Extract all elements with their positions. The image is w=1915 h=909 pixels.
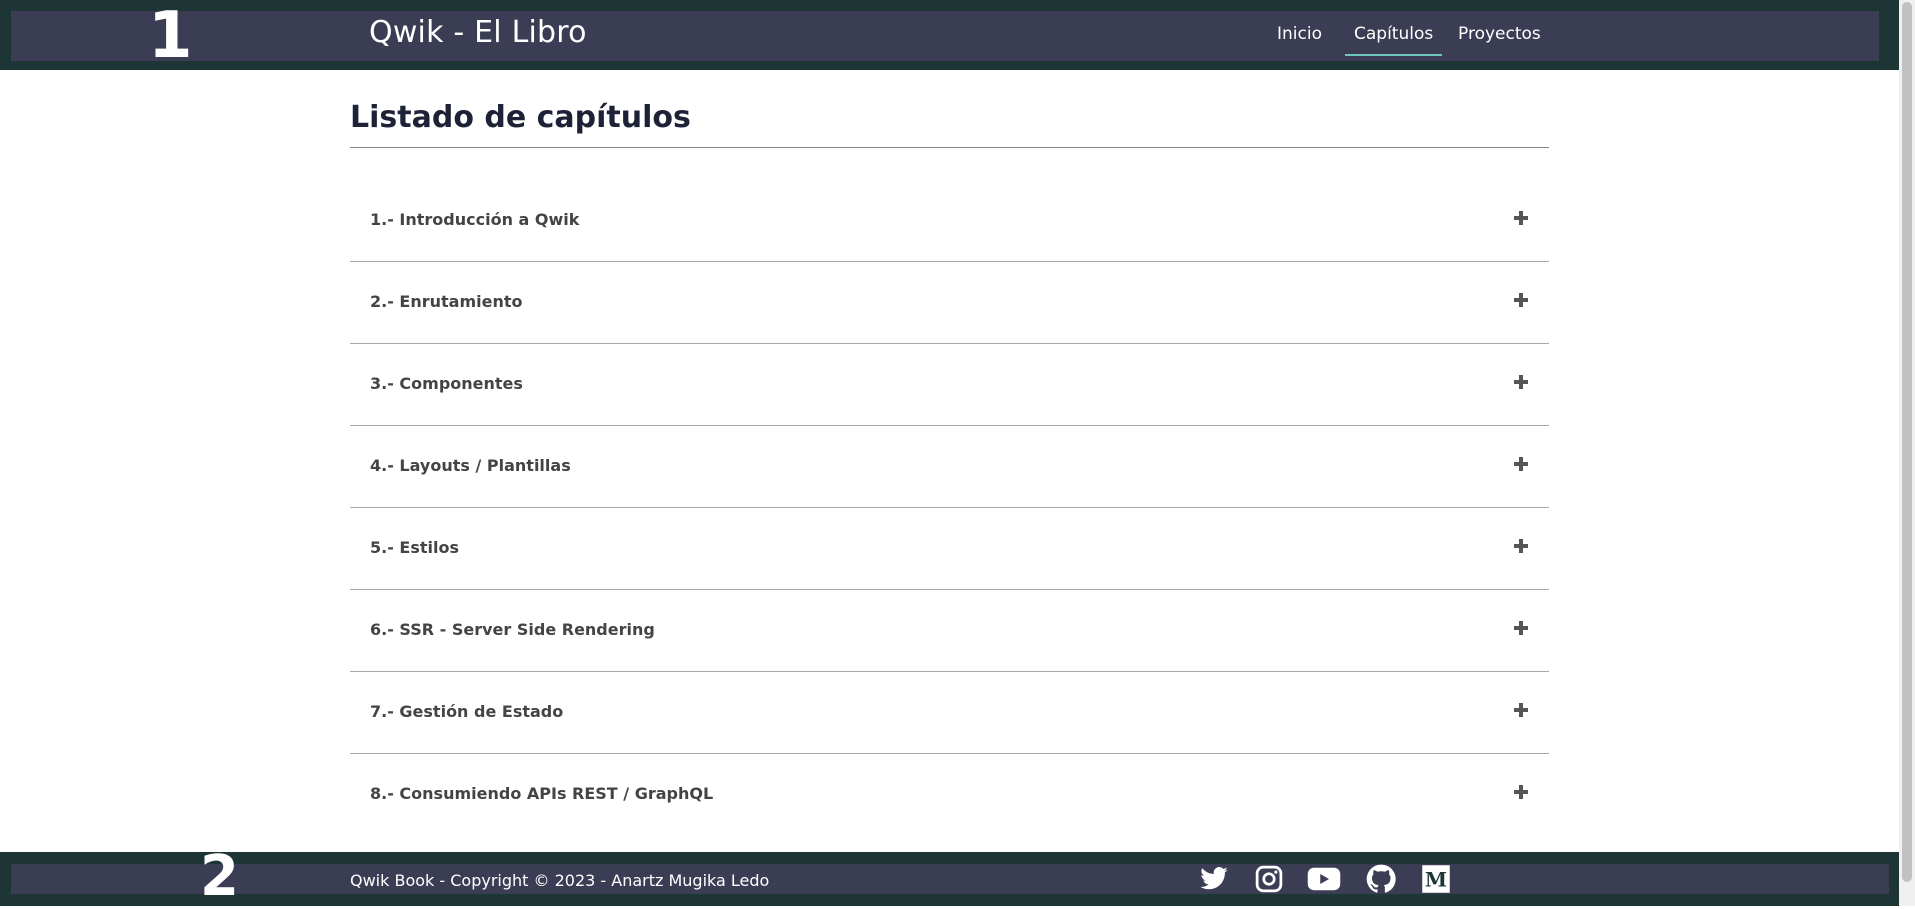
site-title[interactable]: Qwik - El Libro xyxy=(369,15,587,50)
medium-icon[interactable]: M xyxy=(1421,864,1451,894)
nav-item-capitulos[interactable]: Capítulos xyxy=(1344,24,1443,56)
title-divider xyxy=(350,147,1549,148)
plus-icon[interactable] xyxy=(1513,538,1529,554)
chapter-item[interactable]: 4.- Layouts / Plantillas xyxy=(350,426,1549,508)
plus-icon[interactable] xyxy=(1513,292,1529,308)
scrollbar-thumb[interactable] xyxy=(1902,2,1912,882)
chapter-label: 8.- Consumiendo APIs REST / GraphQL xyxy=(370,784,714,803)
plus-icon[interactable] xyxy=(1513,456,1529,472)
chapter-list: 1.- Introducción a Qwik 2.- Enrutamiento… xyxy=(350,180,1549,835)
plus-icon[interactable] xyxy=(1513,620,1529,636)
footer-bar xyxy=(11,864,1889,894)
plus-icon[interactable] xyxy=(1513,702,1529,718)
nav-item-inicio[interactable]: Inicio xyxy=(1277,24,1322,44)
chapter-label: 1.- Introducción a Qwik xyxy=(370,210,580,229)
header-bar xyxy=(11,11,1879,61)
plus-icon[interactable] xyxy=(1513,784,1529,800)
chapter-item[interactable]: 7.- Gestión de Estado xyxy=(350,672,1549,754)
github-icon[interactable] xyxy=(1365,864,1397,894)
chapter-item[interactable]: 8.- Consumiendo APIs REST / GraphQL xyxy=(350,754,1549,835)
chapter-label: 5.- Estilos xyxy=(370,538,460,557)
plus-icon[interactable] xyxy=(1513,210,1529,226)
footer-copyright: Qwik Book - Copyright © 2023 - Anartz Mu… xyxy=(350,871,770,890)
chapter-item[interactable]: 3.- Componentes xyxy=(350,344,1549,426)
annotation-number-1: 1 xyxy=(148,0,193,73)
page-title: Listado de capítulos xyxy=(350,100,691,135)
plus-icon[interactable] xyxy=(1513,374,1529,390)
chapter-label: 2.- Enrutamiento xyxy=(370,292,523,311)
chapter-item[interactable]: 6.- SSR - Server Side Rendering xyxy=(350,590,1549,672)
chapter-label: 3.- Componentes xyxy=(370,374,523,393)
svg-text:M: M xyxy=(1425,868,1447,892)
nav-item-proyectos[interactable]: Proyectos xyxy=(1458,24,1541,44)
vertical-scrollbar[interactable] xyxy=(1899,0,1915,906)
twitter-icon[interactable] xyxy=(1197,864,1231,894)
chapter-label: 6.- SSR - Server Side Rendering xyxy=(370,620,655,639)
chapter-item[interactable]: 2.- Enrutamiento xyxy=(350,262,1549,344)
annotation-number-2: 2 xyxy=(200,844,239,909)
chapter-item[interactable]: 1.- Introducción a Qwik xyxy=(350,180,1549,262)
chapter-label: 7.- Gestión de Estado xyxy=(370,702,564,721)
chapter-label: 4.- Layouts / Plantillas xyxy=(370,456,571,475)
youtube-icon[interactable] xyxy=(1306,864,1342,894)
instagram-icon[interactable] xyxy=(1254,864,1284,894)
chapter-item[interactable]: 5.- Estilos xyxy=(350,508,1549,590)
